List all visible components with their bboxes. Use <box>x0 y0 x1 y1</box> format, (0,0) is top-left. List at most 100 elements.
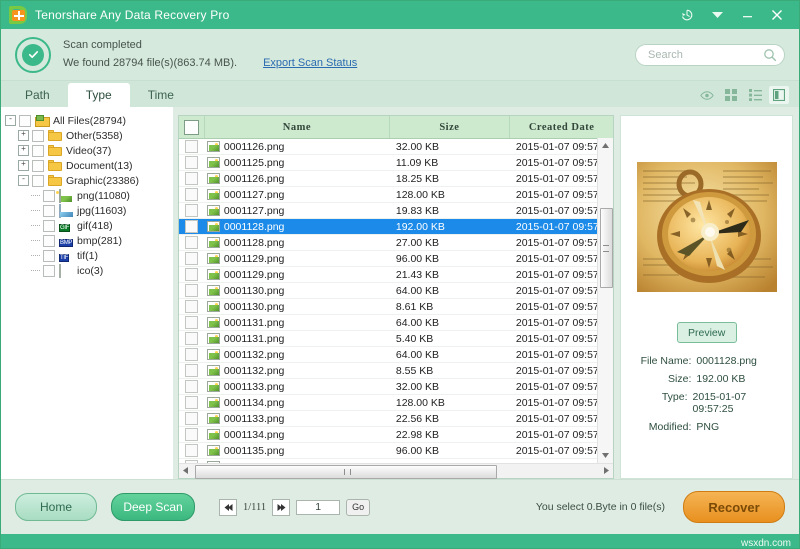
table-row[interactable]: 0001132.png 64.00 KB 2015-01-07 09:57:26 <box>178 347 614 363</box>
vertical-scrollbar-thumb[interactable] <box>600 208 614 288</box>
horizontal-scrollbar-thumb[interactable] <box>194 465 497 479</box>
scroll-up-arrow[interactable] <box>598 138 613 153</box>
column-header-name[interactable]: Name <box>205 116 390 138</box>
select-all-checkbox[interactable] <box>183 119 199 135</box>
table-row[interactable]: 0001134.png 128.00 KB 2015-01-07 09:57:26 <box>178 395 614 411</box>
table-row[interactable]: 0001130.png 8.61 KB 2015-01-07 09:57:25 <box>178 299 614 315</box>
row-checkbox[interactable] <box>185 412 199 425</box>
row-checkbox[interactable] <box>185 380 199 393</box>
row-checkbox[interactable] <box>185 300 199 313</box>
file-type-tree[interactable]: - All Files(28794) + Other(5358) + Video(37) +… <box>1 107 174 479</box>
scroll-right-arrow[interactable] <box>599 466 613 476</box>
row-checkbox[interactable] <box>185 348 199 361</box>
scroll-down-arrow[interactable] <box>598 448 613 463</box>
row-checkbox[interactable] <box>185 396 199 409</box>
table-row[interactable]: 0001133.png 32.00 KB 2015-01-07 09:57:26 <box>178 379 614 395</box>
tree-item-checkbox[interactable] <box>43 204 55 217</box>
preview-button[interactable]: Preview <box>676 322 737 343</box>
grid-view-icon[interactable] <box>721 86 741 104</box>
close-icon[interactable] <box>763 2 791 28</box>
table-row[interactable]: 0001125.png 11.09 KB 2015-01-07 09:57:24 <box>178 155 614 171</box>
row-checkbox[interactable] <box>185 332 199 345</box>
vertical-scrollbar[interactable] <box>597 138 614 463</box>
row-checkbox[interactable] <box>185 268 199 281</box>
split-pane-view-icon[interactable] <box>769 86 789 104</box>
tab-time[interactable]: Time <box>130 83 192 107</box>
tree-item[interactable]: + Document(13) <box>5 158 169 173</box>
row-checkbox[interactable] <box>185 236 199 249</box>
tree-item[interactable]: png(11080) <box>5 188 169 203</box>
recover-button[interactable]: Recover <box>683 491 785 523</box>
row-checkbox[interactable] <box>185 156 199 169</box>
tree-expander[interactable]: + <box>18 145 29 156</box>
tree-item[interactable]: TIF tif(1) <box>5 248 169 263</box>
row-checkbox[interactable] <box>185 284 199 297</box>
list-view-icon[interactable] <box>745 86 765 104</box>
table-row[interactable]: 0001129.png 96.00 KB 2015-01-07 09:57:25 <box>178 251 614 267</box>
go-button[interactable]: Go <box>346 498 371 516</box>
table-row[interactable]: 0001128.png 192.00 KB 2015-01-07 09:57:25 <box>178 219 614 235</box>
row-checkbox[interactable] <box>185 172 199 185</box>
tree-expander[interactable]: - <box>18 175 29 186</box>
last-page-icon[interactable] <box>272 498 291 516</box>
table-row[interactable]: 0001129.png 21.43 KB 2015-01-07 09:57:25 <box>178 267 614 283</box>
tree-item-checkbox[interactable] <box>43 264 55 277</box>
search-input[interactable] <box>635 43 785 66</box>
row-checkbox[interactable] <box>185 140 199 153</box>
horizontal-scrollbar[interactable] <box>178 463 614 479</box>
row-checkbox[interactable] <box>185 316 199 329</box>
table-row[interactable]: 0001127.png 19.83 KB 2015-01-07 09:57:25 <box>178 203 614 219</box>
tree-item-checkbox[interactable] <box>32 144 44 157</box>
first-page-icon[interactable] <box>219 498 237 516</box>
column-header-created-date[interactable]: Created Date <box>510 116 614 138</box>
table-row[interactable]: 0001135.png 96.00 KB 2015-01-07 09:57:27 <box>178 443 614 459</box>
tab-path[interactable]: Path <box>7 83 68 107</box>
tree-item[interactable]: GIF gif(418) <box>5 218 169 233</box>
tree-expander[interactable]: + <box>18 160 29 171</box>
tree-item-checkbox[interactable] <box>32 174 44 187</box>
row-checkbox[interactable] <box>185 204 199 217</box>
tree-item[interactable]: ico(3) <box>5 263 169 278</box>
table-row[interactable]: 0001132.png 8.55 KB 2015-01-07 09:57:26 <box>178 363 614 379</box>
page-number-input[interactable] <box>296 499 341 515</box>
home-button[interactable]: Home <box>15 493 97 521</box>
tree-item-checkbox[interactable] <box>43 234 55 247</box>
tree-item[interactable]: jpg(11603) <box>5 203 169 218</box>
table-row[interactable]: 0001128.png 27.00 KB 2015-01-07 09:57:25 <box>178 235 614 251</box>
tree-expander[interactable]: + <box>18 130 29 141</box>
tree-item-checkbox[interactable] <box>32 159 44 172</box>
tree-item-checkbox[interactable] <box>43 249 55 262</box>
row-checkbox[interactable] <box>185 364 199 377</box>
tree-expander[interactable]: - <box>5 115 16 126</box>
column-header-size[interactable]: Size <box>390 116 510 138</box>
row-checkbox[interactable] <box>185 444 199 457</box>
chevron-down-icon[interactable] <box>703 2 731 28</box>
scroll-left-arrow[interactable] <box>179 466 193 476</box>
row-checkbox[interactable] <box>185 428 199 441</box>
tree-item[interactable]: BMP bmp(281) <box>5 233 169 248</box>
table-row[interactable]: 0001130.png 64.00 KB 2015-01-07 09:57:25 <box>178 283 614 299</box>
tree-item-checkbox[interactable] <box>32 129 44 142</box>
tree-item[interactable]: - All Files(28794) <box>5 113 169 128</box>
table-row[interactable]: 0001133.png 22.56 KB 2015-01-07 09:57:26 <box>178 411 614 427</box>
minimize-icon[interactable] <box>733 2 761 28</box>
table-row[interactable]: 0001126.png 18.25 KB 2015-01-07 09:57:24 <box>178 171 614 187</box>
export-scan-status-link[interactable]: Export Scan Status <box>263 56 357 71</box>
table-row[interactable]: 0001134.png 22.98 KB 2015-01-07 09:57:26 <box>178 427 614 443</box>
tree-item[interactable]: + Other(5358) <box>5 128 169 143</box>
history-icon[interactable] <box>673 2 701 28</box>
row-checkbox[interactable] <box>185 188 199 201</box>
table-row[interactable]: 0001131.png 64.00 KB 2015-01-07 09:57:25 <box>178 315 614 331</box>
tree-item-checkbox[interactable] <box>43 189 55 202</box>
table-row[interactable]: 0001131.png 5.40 KB 2015-01-07 09:57:25 <box>178 331 614 347</box>
table-row[interactable]: 0001126.png 32.00 KB 2015-01-07 09:57:24 <box>178 139 614 155</box>
tree-item-checkbox[interactable] <box>43 219 55 232</box>
tree-item[interactable]: + Video(37) <box>5 143 169 158</box>
deep-scan-button[interactable]: Deep Scan <box>111 493 195 521</box>
tree-item[interactable]: - Graphic(23386) <box>5 173 169 188</box>
row-checkbox[interactable] <box>185 220 199 233</box>
table-row[interactable]: 0001127.png 128.00 KB 2015-01-07 09:57:25 <box>178 187 614 203</box>
row-checkbox[interactable] <box>185 252 199 265</box>
tab-type[interactable]: Type <box>67 83 130 107</box>
tree-item-checkbox[interactable] <box>19 114 31 127</box>
